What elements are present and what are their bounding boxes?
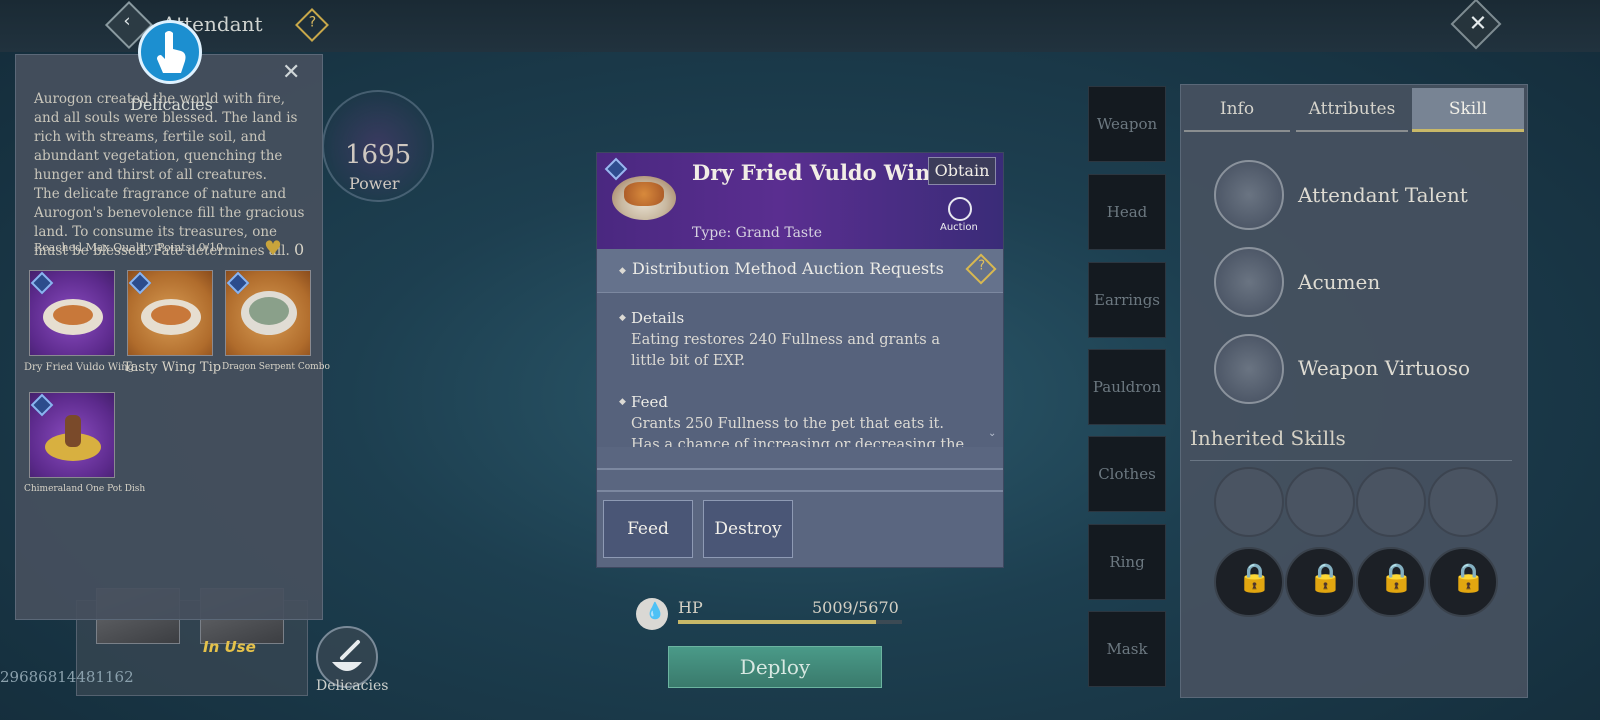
locked-skill-slot[interactable]: 🔒 <box>1214 547 1284 617</box>
details-text: Eating restores 240 Fullness and grants … <box>631 332 940 369</box>
delicacies-close-button[interactable]: ✕ <box>282 60 300 85</box>
food-item-dragon-serpent-combo[interactable] <box>225 270 311 356</box>
bullet-diamond-icon: ◆ <box>619 313 626 323</box>
equip-slot-ring[interactable]: Ring <box>1088 524 1166 600</box>
equip-slot-mask[interactable]: Mask <box>1088 611 1166 687</box>
equip-slot-head[interactable]: Head <box>1088 174 1166 250</box>
acumen-icon[interactable] <box>1214 247 1284 317</box>
details-scroll-area[interactable]: ◆ Details Eating restores 240 Fullness a… <box>597 293 1003 447</box>
food-plate-icon <box>43 299 103 335</box>
hot-pot-icon <box>45 415 101 461</box>
bullet-diamond-icon: ◆ <box>619 397 626 407</box>
quality-points: Reached Max Quality Points: 0/10 <box>34 241 224 254</box>
feed-text: Grants 250 Fullness to the pet that eats… <box>631 416 965 447</box>
locked-skill-slot[interactable]: 🔒 <box>1285 547 1355 617</box>
food-item-label: Tasty Wing Tip <box>123 360 222 375</box>
power-value: 1695 <box>345 140 412 170</box>
help-icon: ? <box>978 258 986 274</box>
hp-value: 5009/5670 <box>812 598 899 617</box>
food-plate-icon <box>141 299 201 335</box>
user-id: 29686814481162 <box>0 668 134 686</box>
inherited-skill-slot[interactable] <box>1428 467 1498 537</box>
lock-icon: 🔒 <box>1237 561 1272 594</box>
close-icon: ✕ <box>1468 11 1488 37</box>
inherited-skill-slot[interactable] <box>1285 467 1355 537</box>
equip-slot-clothes[interactable]: Clothes <box>1088 436 1166 512</box>
power-label: Power <box>349 174 400 193</box>
tab-underline <box>1296 130 1408 132</box>
deploy-button[interactable]: Deploy <box>668 646 882 688</box>
delicacies-title: Delicacies <box>130 95 213 114</box>
tab-underline <box>1184 130 1290 132</box>
divider <box>597 490 1003 492</box>
feed-heading: Feed <box>631 393 668 411</box>
tutorial-tap-pointer-icon[interactable] <box>138 20 202 84</box>
scroll-down-icon[interactable]: ⌄ <box>988 428 996 439</box>
food-item-label: Dragon Serpent Combo <box>222 362 330 372</box>
lock-icon: 🔒 <box>1308 561 1343 594</box>
food-item-label: Chimeraland One Pot Dish <box>24 484 146 494</box>
attendant-talent-icon[interactable] <box>1214 160 1284 230</box>
hand-pointer-icon <box>157 31 186 73</box>
locked-skill-slot[interactable]: 🔒 <box>1428 547 1498 617</box>
food-item-tasty-wing-tip[interactable] <box>127 270 213 356</box>
tab-attributes[interactable]: Attributes <box>1296 88 1408 132</box>
heart-count: 0 <box>294 240 305 259</box>
item-image-food <box>624 182 664 206</box>
divider <box>1190 460 1512 461</box>
auction-label: Auction <box>940 222 978 233</box>
in-use-badge: In Use <box>203 638 256 656</box>
tab-skill[interactable]: Skill <box>1412 88 1524 132</box>
soup-bowl-icon <box>241 291 297 335</box>
tab-info[interactable]: Info <box>1184 88 1290 132</box>
hp-label: HP <box>678 598 703 617</box>
auction-requests-link[interactable]: Auction Requests <box>802 259 944 278</box>
auction-icon[interactable] <box>948 197 972 221</box>
lock-icon: 🔒 <box>1379 561 1414 594</box>
delicacies-button-label: Delicacies <box>316 678 389 694</box>
details-heading: Details <box>631 309 685 327</box>
equip-slot-earrings[interactable]: Earrings <box>1088 262 1166 338</box>
skill-name: Acumen <box>1298 270 1381 294</box>
skill-name: Weapon Virtuoso <box>1298 356 1471 380</box>
back-icon: ‹ <box>123 10 131 32</box>
food-item-label: Dry Fried Vuldo Wing <box>24 362 135 373</box>
item-type: Type: Grand Taste <box>692 225 823 241</box>
heart-icon: ♥ <box>264 236 282 260</box>
obtain-button[interactable]: Obtain <box>928 157 996 185</box>
lock-icon: 🔒 <box>1451 561 1486 594</box>
divider <box>597 468 1003 470</box>
weapon-virtuoso-icon[interactable] <box>1214 334 1284 404</box>
food-item-dry-fried-vuldo-wing[interactable] <box>29 270 115 356</box>
equip-slot-weapon[interactable]: Weapon <box>1088 86 1166 162</box>
skill-name: Attendant Talent <box>1298 183 1468 207</box>
destroy-button[interactable]: Destroy <box>703 500 793 558</box>
bullet-diamond-icon: ◆ <box>619 266 626 276</box>
inherited-skill-slot[interactable] <box>1214 467 1284 537</box>
equip-slot-pauldron[interactable]: Pauldron <box>1088 349 1166 425</box>
hp-bar-fill <box>678 620 876 624</box>
hp-drop-icon: 💧 <box>636 598 668 630</box>
food-item-chimeraland-one-pot-dish[interactable] <box>29 392 115 478</box>
help-icon: ? <box>308 14 317 31</box>
distribution-method-link[interactable]: Distribution Method <box>632 259 797 278</box>
inherited-skill-slot[interactable] <box>1356 467 1426 537</box>
feed-button[interactable]: Feed <box>603 500 693 558</box>
item-name: Dry Fried Vuldo Wing <box>692 160 946 185</box>
inherited-skills-title: Inherited Skills <box>1190 426 1346 450</box>
locked-skill-slot[interactable]: 🔒 <box>1356 547 1426 617</box>
